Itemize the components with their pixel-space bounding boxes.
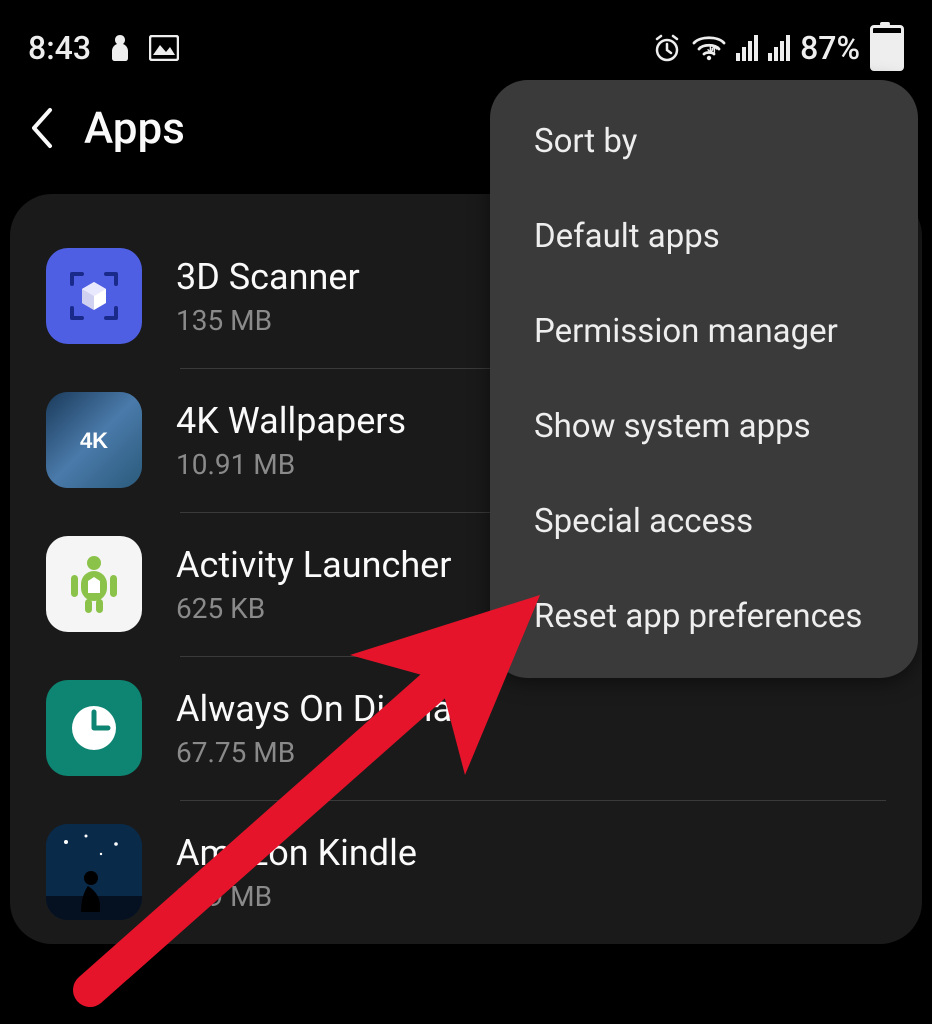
battery-percent: 87% [800,29,860,67]
status-bar: 8:43 87% [0,0,932,78]
image-icon [149,35,179,61]
app-icon-3d-scanner [46,248,142,344]
app-size: 10.91 MB [176,448,406,481]
signal-2-icon [768,35,790,61]
app-size: 135 MB [176,304,360,337]
app-icon-activity-launcher [46,536,142,632]
menu-show-system-apps[interactable]: Show system apps [490,379,918,474]
app-icon-4k-wallpapers: 4K [46,392,142,488]
app-size: 67.75 MB [176,736,469,769]
app-row[interactable]: Amazon Kindle 199 MB [10,800,922,944]
overflow-menu: Sort by Default apps Permission manager … [490,80,918,678]
fitness-icon [107,33,133,63]
app-size: 625 KB [176,592,451,625]
app-name: Activity Launcher [176,544,451,586]
alarm-icon [652,33,682,63]
svg-text:4K: 4K [80,428,108,453]
signal-1-icon [736,35,758,61]
back-icon[interactable] [28,106,56,150]
app-icon-amazon-kindle [46,824,142,920]
menu-special-access[interactable]: Special access [490,474,918,569]
menu-sort-by[interactable]: Sort by [490,94,918,189]
status-time: 8:43 [28,29,91,67]
menu-default-apps[interactable]: Default apps [490,189,918,284]
app-name: 4K Wallpapers [176,400,406,442]
app-name: 3D Scanner [176,256,360,298]
wifi-icon [692,35,726,61]
status-right: 87% [652,25,904,71]
menu-permission-manager[interactable]: Permission manager [490,284,918,379]
app-icon-always-on-display [46,680,142,776]
page-title: Apps [84,102,185,154]
menu-reset-app-preferences[interactable]: Reset app preferences [490,569,918,664]
app-name: Always On Display [176,688,469,730]
app-size: 199 MB [176,880,417,913]
status-left: 8:43 [28,29,179,67]
battery-icon [870,25,904,71]
app-name: Amazon Kindle [176,832,417,874]
